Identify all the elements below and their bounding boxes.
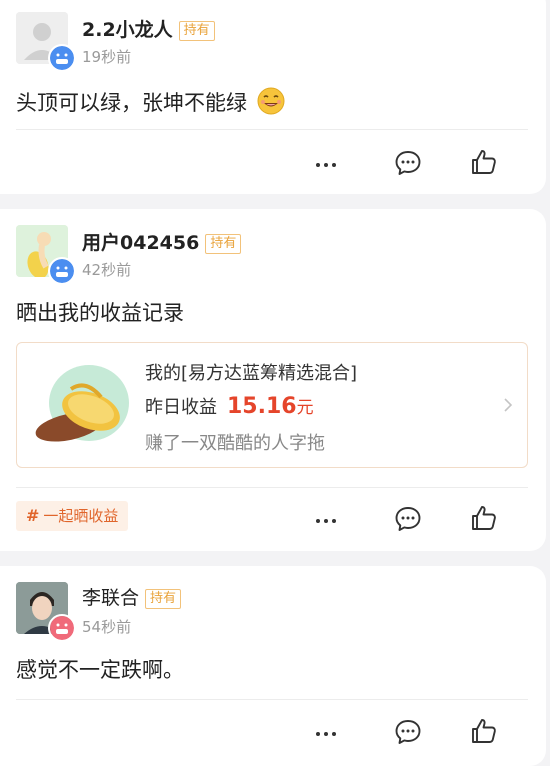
profit-label: 昨日收益 <box>145 397 217 418</box>
post-time: 19秒前 <box>82 48 132 66</box>
comment-bubble-icon[interactable] <box>394 718 422 746</box>
profit-share-card[interactable]: 我的[易方达蓝筹精选混合] 昨日收益 15.16元 赚了一双酷酷的人字拖 <box>16 342 528 468</box>
post-actions <box>0 501 546 541</box>
grin-badge-icon <box>48 614 76 642</box>
post-actions <box>0 145 546 185</box>
username-text[interactable]: 2.2小龙人 <box>82 19 173 41</box>
avatar[interactable] <box>16 225 76 285</box>
post-content: 头顶可以绿，张坤不能绿 <box>16 86 286 117</box>
profit-value: 15.16 <box>227 394 297 419</box>
post-content: 感觉不一定跌啊。 <box>16 658 184 682</box>
username[interactable]: 用户042456 持有 <box>82 228 242 255</box>
post-actions <box>0 714 546 754</box>
flip-flops-icon <box>35 365 129 442</box>
holding-badge: 持有 <box>145 589 182 609</box>
username[interactable]: 2.2小龙人 持有 <box>82 15 215 42</box>
thumbs-up-icon[interactable] <box>470 148 498 176</box>
profit-unit: 元 <box>296 398 314 418</box>
divider <box>16 129 528 130</box>
drooling-face-icon <box>257 87 285 115</box>
grin-badge-icon <box>48 44 76 72</box>
thumbs-up-icon[interactable] <box>470 717 498 745</box>
post-content: 晒出我的收益记录 <box>16 301 184 325</box>
holding-badge: 持有 <box>205 234 242 254</box>
chevron-right-icon <box>504 398 513 412</box>
holding-badge: 持有 <box>178 21 215 41</box>
comment-bubble-icon[interactable] <box>394 505 422 533</box>
post-card: 用户042456 持有 42秒前 晒出我的收益记录 我的[易方达蓝筹精选混合] 昨… <box>0 209 546 551</box>
more-dots-icon[interactable] <box>312 722 340 746</box>
grin-badge-icon <box>48 257 76 285</box>
post-text: 头顶可以绿，张坤不能绿 <box>16 91 247 115</box>
more-dots-icon[interactable] <box>312 509 340 533</box>
profit-row: 昨日收益 15.16元 <box>145 393 314 419</box>
avatar[interactable] <box>16 582 76 642</box>
post-card: 李联合 持有 54秒前 感觉不一定跌啊。 <box>0 566 546 766</box>
divider <box>16 699 528 700</box>
post-time: 54秒前 <box>82 618 132 636</box>
share-subtitle: 赚了一双酷酷的人字拖 <box>145 433 325 454</box>
comment-bubble-icon[interactable] <box>394 149 422 177</box>
post-card: 2.2小龙人 持有 19秒前 头顶可以绿，张坤不能绿 <box>0 0 546 194</box>
username-text[interactable]: 用户042456 <box>82 232 199 254</box>
avatar[interactable] <box>16 12 76 72</box>
more-dots-icon[interactable] <box>312 153 340 177</box>
divider <box>16 487 528 488</box>
share-title: 我的[易方达蓝筹精选混合] <box>145 363 358 384</box>
thumbs-up-icon[interactable] <box>470 504 498 532</box>
username[interactable]: 李联合 持有 <box>82 583 182 610</box>
username-text[interactable]: 李联合 <box>82 587 139 609</box>
post-time: 42秒前 <box>82 261 132 279</box>
